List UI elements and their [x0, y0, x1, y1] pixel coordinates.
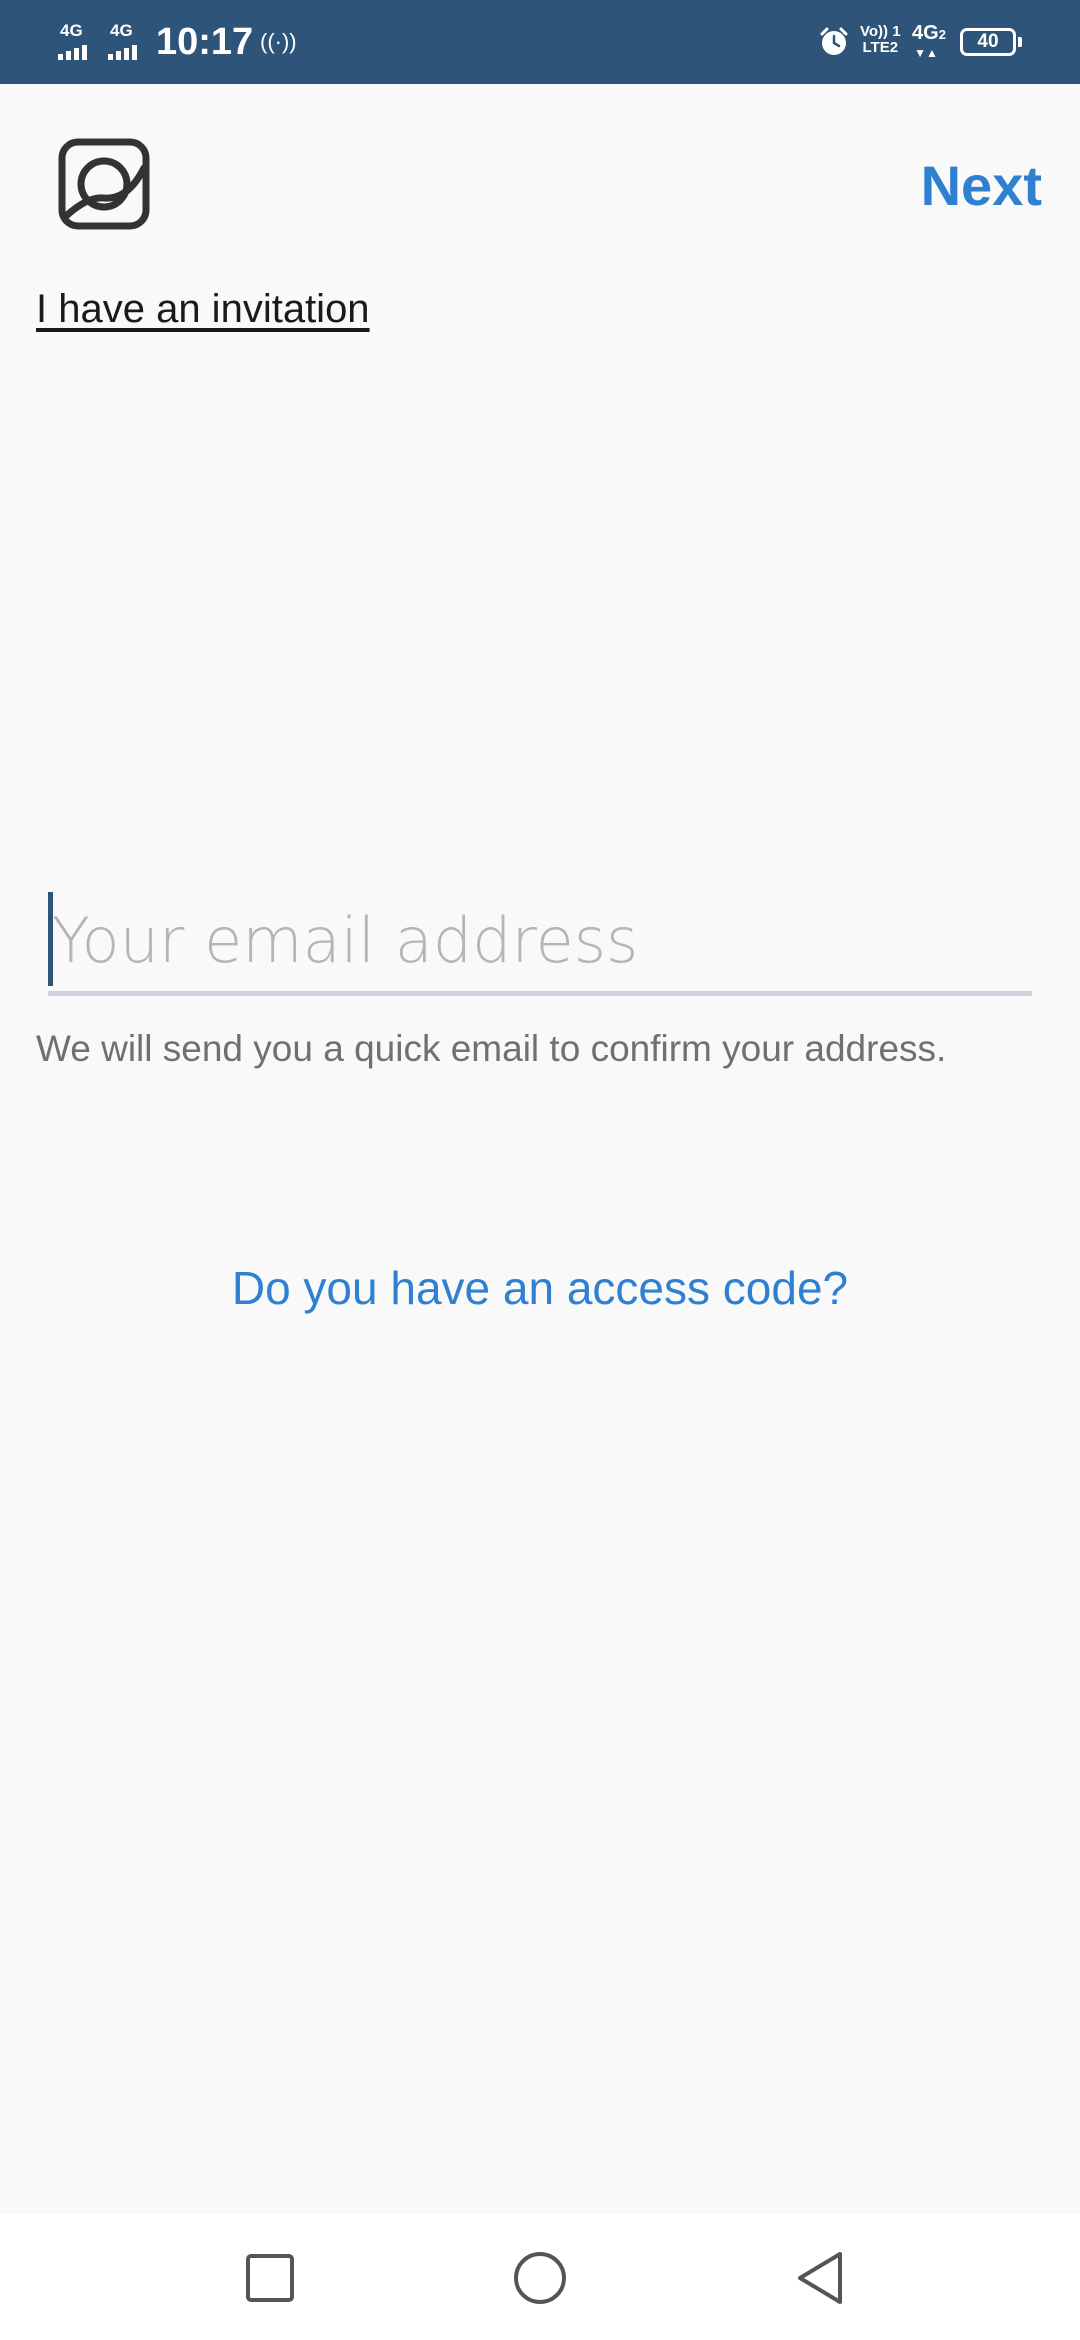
battery-level: 40 — [977, 31, 999, 52]
hotspot-icon: ((·)) — [260, 29, 297, 54]
back-triangle-icon[interactable] — [794, 2250, 850, 2306]
invitation-link[interactable]: I have an invitation — [36, 284, 370, 334]
status-bar: 4G 4G 10:17 ((·)) Vo)) 1 LTE2 4G2 ▼▲ 40 — [0, 0, 1080, 84]
status-time: 10:17 — [156, 21, 254, 63]
signal-icon: 4G — [108, 22, 148, 62]
email-field[interactable] — [48, 892, 1032, 996]
battery-icon: 40 — [960, 28, 1022, 56]
next-button[interactable]: Next — [921, 150, 1042, 222]
network-type-label: 4G — [912, 22, 939, 44]
text-cursor — [48, 892, 53, 986]
email-helper-text: We will send you a quick email to confir… — [36, 1028, 947, 1069]
volte-icon: Vo)) 1 LTE2 — [860, 24, 901, 56]
recents-square-icon[interactable] — [242, 2250, 298, 2306]
access-code-link[interactable]: Do you have an access code? — [0, 1258, 1080, 1318]
data-arrows-icon: ▼▲ — [914, 46, 938, 60]
network-type-label: 4G — [110, 21, 133, 40]
network-type-label: 4G — [60, 21, 83, 40]
alarm-icon — [820, 27, 848, 55]
network-4g-icon: 4G2 ▼▲ — [912, 22, 946, 60]
app-logo-icon — [58, 138, 150, 230]
signal-icon: 4G — [58, 22, 98, 62]
home-circle-icon[interactable] — [512, 2250, 568, 2306]
email-input[interactable] — [48, 892, 1032, 988]
system-nav-bar — [0, 2214, 1080, 2340]
volte-bottom-label: LTE2 — [862, 39, 899, 56]
volte-top-label: Vo)) 1 — [860, 23, 901, 40]
